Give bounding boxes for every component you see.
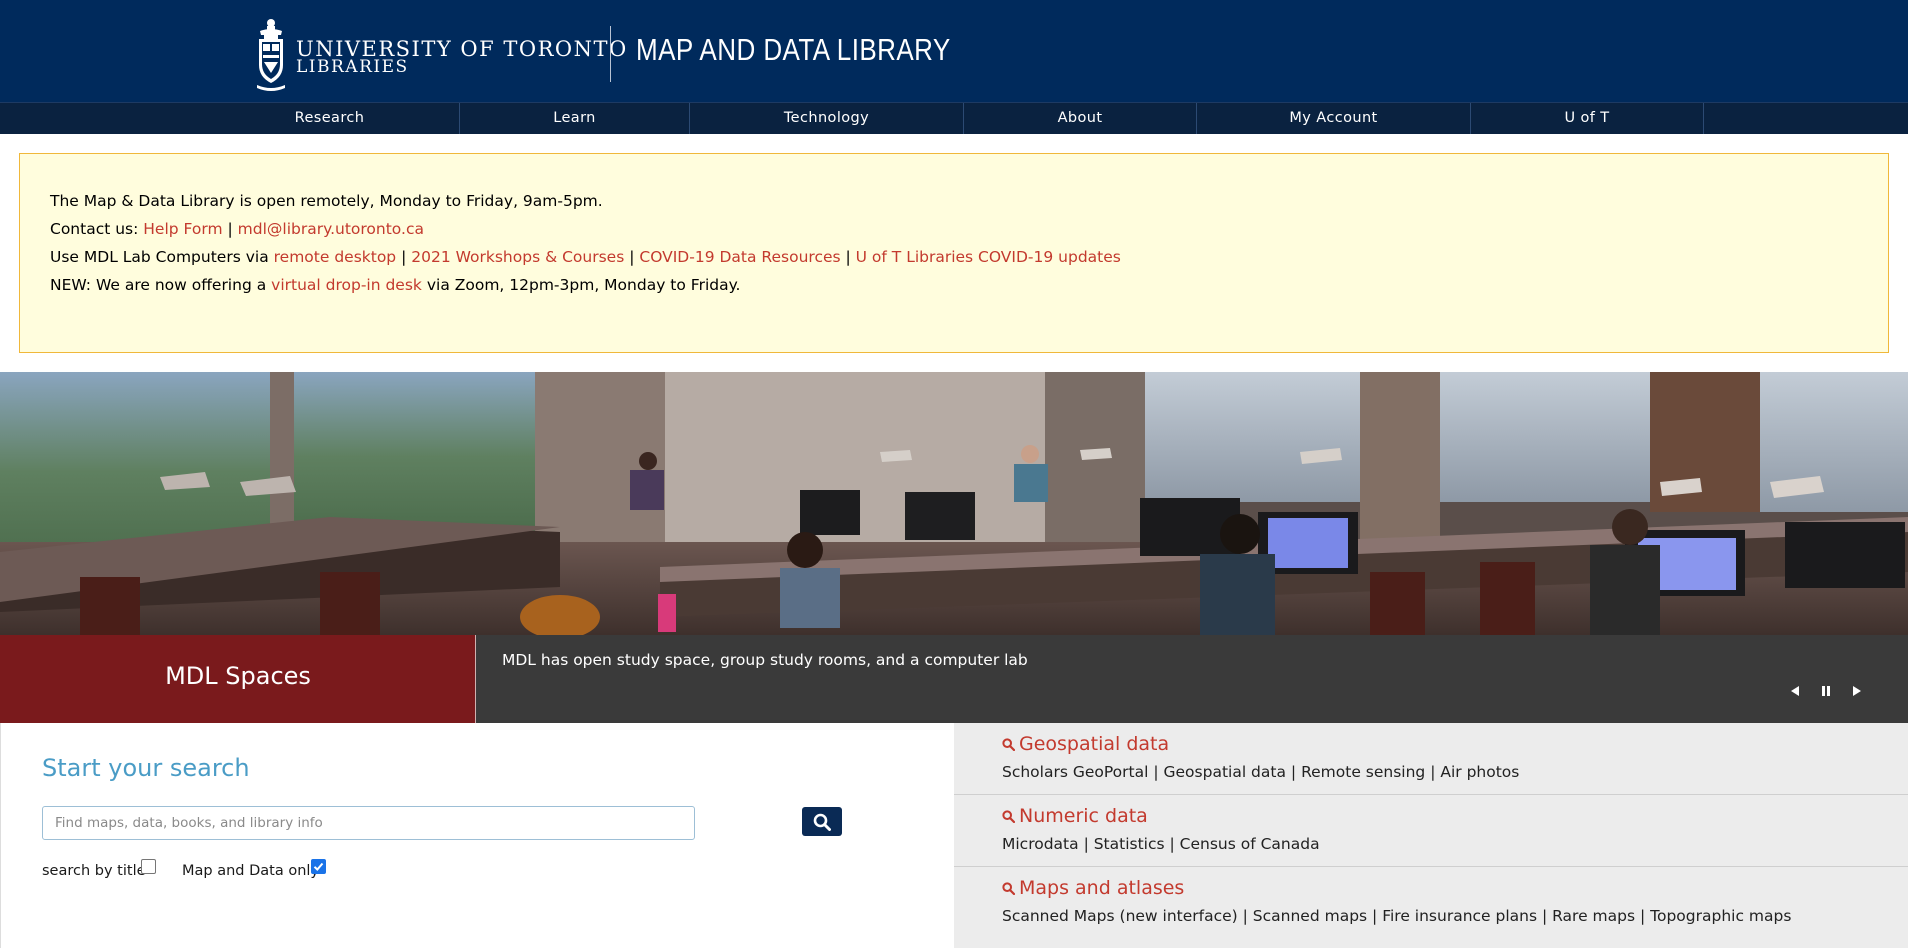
checkmark-icon [313, 862, 324, 871]
nav-label: Research [294, 110, 365, 126]
university-crest-icon[interactable] [254, 17, 288, 91]
contact-label: Contact us: [50, 220, 144, 238]
air-photos-link[interactable]: Air photos [1440, 763, 1519, 781]
nav-item-my-account[interactable]: My Account [1197, 103, 1471, 134]
geospatial-data-link[interactable]: Geospatial data [1164, 763, 1286, 781]
search-button[interactable] [802, 807, 842, 836]
separator: | [1425, 763, 1441, 781]
separator: | [1537, 907, 1553, 925]
library-interior-photo[interactable] [0, 372, 1908, 635]
section-title: Geospatial data [1019, 733, 1170, 755]
pause-icon[interactable] [1816, 681, 1836, 701]
new-label: NEW: We are now offering a [50, 276, 272, 294]
quick-section-maps: Maps and atlases Scanned Maps (new inter… [954, 867, 1908, 939]
scanned-maps-new-link[interactable]: Scanned Maps (new interface) [1002, 907, 1238, 925]
separator: | [1635, 907, 1651, 925]
site-title[interactable]: MAP AND DATA LIBRARY [636, 30, 951, 70]
maps-links: Scanned Maps (new interface) | Scanned m… [1002, 905, 1791, 927]
slide-caption-bar: MDL Spaces MDL has open study space, gro… [0, 635, 1908, 723]
remote-sensing-link[interactable]: Remote sensing [1301, 763, 1425, 781]
section-title: Numeric data [1019, 805, 1148, 827]
section-title: Maps and atlases [1019, 877, 1185, 899]
nav-item-about[interactable]: About [964, 103, 1197, 134]
separator: | [222, 220, 238, 238]
maps-atlases-heading[interactable]: Maps and atlases [1002, 875, 1184, 901]
masthead: UNIVERSITY OF TORONTO LIBRARIES MAP AND … [0, 0, 1908, 102]
search-heading: Start your search [42, 754, 250, 782]
search-by-title-checkbox[interactable] [141, 859, 156, 874]
quick-section-numeric: Numeric data Microdata | Statistics | Ce… [954, 795, 1908, 867]
separator: | [1285, 763, 1302, 781]
numeric-links: Microdata | Statistics | Census of Canad… [1002, 833, 1320, 855]
geospatial-data-heading[interactable]: Geospatial data [1002, 731, 1169, 757]
main-nav: Research Learn Technology About My Accou… [0, 102, 1908, 134]
email-link[interactable]: mdl@library.utoronto.ca [238, 220, 424, 238]
fire-insurance-plans-link[interactable]: Fire insurance plans [1382, 907, 1537, 925]
search-input[interactable] [42, 806, 695, 840]
search-icon [1002, 738, 1016, 752]
search-icon [1002, 882, 1016, 896]
quick-section-geospatial: Geospatial data Scholars GeoPortal | Geo… [954, 723, 1908, 795]
covid-updates-link[interactable]: U of T Libraries COVID-19 updates [856, 248, 1121, 266]
contact-line: Contact us: Help Form | mdl@library.utor… [50, 215, 1858, 243]
libraries-label[interactable]: LIBRARIES [296, 58, 409, 76]
nav-item-technology[interactable]: Technology [690, 103, 964, 134]
microdata-link[interactable]: Microdata [1002, 835, 1079, 853]
drop-in-suffix: via Zoom, 12pm-3pm, Monday to Friday. [421, 276, 741, 294]
covid-data-link[interactable]: COVID-19 Data Resources [639, 248, 840, 266]
separator: | [1164, 835, 1180, 853]
search-by-title-label: search by title [42, 863, 146, 879]
nav-item-learn[interactable]: Learn [460, 103, 690, 134]
slide-caption: MDL has open study space, group study ro… [502, 651, 1028, 669]
scholars-geoportal-link[interactable]: Scholars GeoPortal [1002, 763, 1148, 781]
nav-item-research[interactable]: Research [0, 103, 460, 134]
quick-links-panel: Geospatial data Scholars GeoPortal | Geo… [954, 723, 1908, 948]
nav-label: About [1057, 110, 1103, 126]
rare-maps-link[interactable]: Rare maps [1552, 907, 1635, 925]
statistics-link[interactable]: Statistics [1094, 835, 1165, 853]
separator: | [396, 248, 412, 266]
search-icon [1002, 810, 1016, 824]
separator: | [840, 248, 856, 266]
slide-title[interactable]: MDL Spaces [0, 661, 476, 691]
separator: | [1237, 907, 1253, 925]
header-divider [610, 26, 611, 82]
triangle-left-icon[interactable] [1785, 681, 1805, 701]
nav-item-uoft[interactable]: U of T [1471, 103, 1704, 134]
nav-label: My Account [1289, 110, 1378, 126]
separator: | [1367, 907, 1383, 925]
triangle-right-icon[interactable] [1847, 681, 1867, 701]
image-slider: MDL Spaces MDL has open study space, gro… [0, 372, 1908, 723]
separator: | [1148, 763, 1164, 781]
help-form-link[interactable]: Help Form [143, 220, 222, 238]
map-data-only-label: Map and Data only [182, 863, 319, 879]
remote-desktop-link[interactable]: remote desktop [274, 248, 397, 266]
separator: | [624, 248, 640, 266]
notice-banner: The Map & Data Library is open remotely,… [19, 153, 1889, 353]
census-of-canada-link[interactable]: Census of Canada [1180, 835, 1320, 853]
scanned-maps-link[interactable]: Scanned maps [1253, 907, 1367, 925]
search-panel: Start your search search by title Map an… [0, 723, 954, 948]
geospatial-links: Scholars GeoPortal | Geospatial data | R… [1002, 761, 1519, 783]
nav-label: U of T [1564, 110, 1610, 126]
topographic-maps-link[interactable]: Topographic maps [1650, 907, 1791, 925]
nav-label: Technology [783, 110, 870, 126]
drop-in-line: NEW: We are now offering a virtual drop-… [50, 271, 1858, 299]
workshops-link[interactable]: 2021 Workshops & Courses [411, 248, 624, 266]
virtual-desk-link[interactable]: virtual drop-in desk [271, 276, 422, 294]
lab-label: Use MDL Lab Computers via [50, 248, 274, 266]
hours-notice: The Map & Data Library is open remotely,… [50, 192, 603, 210]
lab-line: Use MDL Lab Computers via remote desktop… [50, 243, 1858, 271]
numeric-data-heading[interactable]: Numeric data [1002, 803, 1148, 829]
slide-title-box[interactable]: MDL Spaces [0, 635, 476, 723]
map-data-only-checkbox[interactable] [311, 859, 326, 874]
nav-label: Learn [553, 110, 596, 126]
separator: | [1078, 835, 1094, 853]
magnifier-icon [813, 813, 831, 831]
